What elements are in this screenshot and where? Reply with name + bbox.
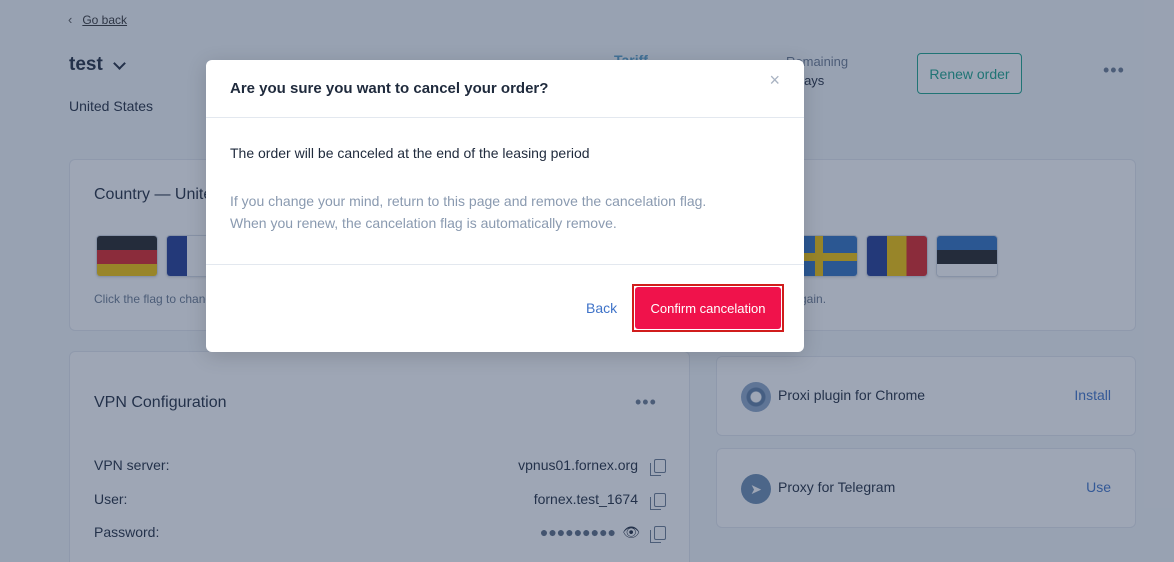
dialog-divider	[206, 264, 804, 265]
dialog-title: Are you sure you want to cancel your ord…	[230, 80, 549, 97]
dialog-message: The order will be canceled at the end of…	[230, 145, 590, 161]
dialog-note-line1: If you change your mind, return to this …	[230, 193, 707, 209]
close-icon[interactable]: ×	[769, 70, 780, 91]
confirm-highlight-frame: Confirm cancelation	[632, 284, 784, 332]
confirm-cancelation-button[interactable]: Confirm cancelation	[635, 287, 781, 329]
dialog-note-line2: When you renew, the cancelation flag is …	[230, 215, 617, 231]
dialog-note: If you change your mind, return to this …	[230, 190, 706, 234]
cancel-order-dialog: Are you sure you want to cancel your ord…	[206, 60, 804, 352]
back-button[interactable]: Back	[586, 300, 617, 316]
dialog-divider	[206, 117, 804, 118]
